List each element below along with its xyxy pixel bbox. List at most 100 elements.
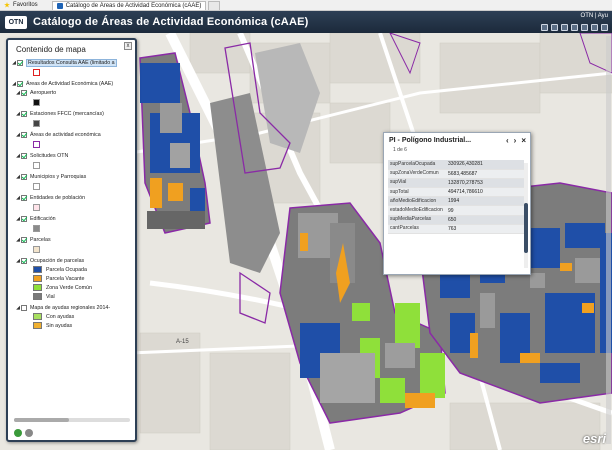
layer-item[interactable]: ◢ Mapa de ayudas regionales 2014- xyxy=(15,303,134,312)
tool-search-icon[interactable] xyxy=(591,24,598,31)
attribute-value: 763 xyxy=(446,224,524,235)
attribute-value: 5683,485687 xyxy=(446,169,524,179)
tool-settings-icon[interactable] xyxy=(601,24,608,31)
header-links[interactable]: OTN | Ayu xyxy=(581,13,608,19)
browser-tab[interactable]: Catálogo de Áreas de Actividad Económica… xyxy=(51,0,207,10)
otn-logo: OTN xyxy=(5,15,27,29)
attribute-row: supParcelaOcupada 330926,430281 xyxy=(388,160,524,170)
panel-title: Contenido de mapa xyxy=(16,45,86,54)
page-scrollbar[interactable] xyxy=(606,36,611,444)
favorites-button[interactable]: Favoritos xyxy=(0,2,42,8)
layer-label: Aeropuerto xyxy=(30,89,57,96)
layer-checkbox[interactable] xyxy=(21,236,27,243)
new-tab-button[interactable] xyxy=(208,0,221,10)
attribute-value: 650 xyxy=(446,215,524,225)
layer-checkbox[interactable] xyxy=(21,152,27,159)
layer-checkbox[interactable] xyxy=(21,89,27,96)
esri-logo: esri xyxy=(582,431,606,446)
legend-swatch xyxy=(33,266,42,273)
attribute-value: 132870,278753 xyxy=(446,178,524,189)
legend-swatch xyxy=(33,322,42,329)
attribute-value: 494714,786610 xyxy=(446,187,524,198)
attribute-key: supVial xyxy=(388,178,446,189)
layer-item[interactable]: ◢ Municipios y Parroquias xyxy=(15,172,134,181)
attribute-key: cantParcelas xyxy=(388,224,446,235)
layer-list: ◢ Resultados Consulta AAE (limitado a ◢ Áre… xyxy=(11,58,134,430)
popup-scrollbar-thumb[interactable] xyxy=(524,203,528,253)
map-contents-panel: Contenido de mapa x ◢ Resultados Consulta… xyxy=(6,38,137,442)
feature-popup: PI - Polígono Industrial... ‹ › × 1 de 6… xyxy=(383,132,531,275)
layer-item[interactable]: ◢ Resultados Consulta AAE (limitado a xyxy=(11,58,134,67)
layer-label: Mapa de ayudas regionales 2014- xyxy=(30,304,111,311)
layer-checkbox[interactable] xyxy=(17,59,23,66)
layer-checkbox[interactable] xyxy=(21,304,27,311)
map-toolbar xyxy=(541,24,608,31)
layer-checkbox[interactable] xyxy=(21,194,27,201)
popup-feature-count: 1 de 6 xyxy=(393,147,407,153)
layer-item[interactable]: ◢ Áreas de Actividad Económica (AAE) xyxy=(11,79,134,88)
layer-item[interactable]: ◢ Edificación xyxy=(15,214,134,223)
layer-item[interactable]: ◢ Áreas de actividad económica xyxy=(15,130,134,139)
legend-item: Zona Verde Común xyxy=(33,283,134,292)
attribute-row: añoMedioEdificacion 1994 xyxy=(388,196,524,207)
layer-item[interactable]: ◢ Solicitudes OTN xyxy=(15,151,134,160)
legend-swatch xyxy=(33,162,40,169)
layer-label: Solicitudes OTN xyxy=(30,152,69,159)
legend-swatch xyxy=(33,141,40,148)
layer-checkbox[interactable] xyxy=(21,257,27,264)
layer-checkbox[interactable] xyxy=(21,173,27,180)
layer-label: Estaciones FFCC (mercancías) xyxy=(30,110,104,117)
attribute-table: supParcelaOcupada 330926,430281 supZonaVer… xyxy=(388,160,524,235)
legend-label: Vial xyxy=(46,293,55,300)
legend-swatch xyxy=(33,225,40,232)
popup-scrollbar[interactable] xyxy=(524,163,528,268)
layer-label: Ocupación de parcelas xyxy=(30,257,85,264)
popup-next-button[interactable]: › xyxy=(514,136,517,145)
layer-checkbox[interactable] xyxy=(21,110,27,117)
attribute-row: supTotal 494714,786610 xyxy=(388,187,524,198)
refresh-icon[interactable] xyxy=(14,429,22,437)
tool-layers-icon[interactable] xyxy=(551,24,558,31)
attribute-row: supMediaParcelas 650 xyxy=(388,215,524,225)
layer-item[interactable]: ◢ Entidades de población xyxy=(15,193,134,202)
layer-label: Edificación xyxy=(30,215,56,222)
panel-horizontal-scrollbar[interactable] xyxy=(14,418,130,422)
legend-swatch xyxy=(33,99,40,106)
tool-binoculars-icon[interactable] xyxy=(541,24,548,31)
legend-swatch xyxy=(33,284,42,291)
app-title: Catálogo de Áreas de Actividad Económica… xyxy=(33,16,309,28)
panel-close-button[interactable]: x xyxy=(124,42,132,50)
attribute-key: estadoMedioEdificacion xyxy=(388,205,446,216)
legend-item: Con ayudas xyxy=(33,312,134,321)
layer-checkbox[interactable] xyxy=(17,80,23,87)
popup-nav: ‹ › × xyxy=(506,136,526,145)
settings-icon[interactable] xyxy=(25,429,33,437)
layer-item[interactable]: ◢ Ocupación de parcelas xyxy=(15,256,134,265)
tool-measure-icon[interactable] xyxy=(581,24,588,31)
attribute-value: 330926,430281 xyxy=(446,160,524,170)
legend-item: Parcela Ocupada xyxy=(33,265,134,274)
legend-swatch xyxy=(33,120,40,127)
attribute-row: supZonaVerdeComun 5683,485687 xyxy=(388,169,524,179)
legend-item: Vial xyxy=(33,292,134,301)
popup-close-button[interactable]: × xyxy=(521,136,526,145)
layer-item[interactable]: ◢ Estaciones FFCC (mercancías) xyxy=(15,109,134,118)
layer-label: Áreas de Actividad Económica (AAE) xyxy=(26,80,114,87)
tool-basemap-icon[interactable] xyxy=(561,24,568,31)
legend-item: Sin ayudas xyxy=(33,321,134,330)
layer-checkbox[interactable] xyxy=(21,131,27,138)
page-favicon-icon xyxy=(56,2,63,9)
layer-label: Áreas de actividad económica xyxy=(30,131,101,138)
attribute-key: supMediaParcelas xyxy=(388,215,446,225)
favorites-star-icon xyxy=(4,2,10,8)
app-header: OTN Catálogo de Áreas de Actividad Econó… xyxy=(0,11,612,33)
layer-checkbox[interactable] xyxy=(21,215,27,222)
legend-label: Parcela Vacante xyxy=(46,275,85,282)
panel-scrollbar-thumb[interactable] xyxy=(14,418,69,422)
road-label: A-15 xyxy=(176,339,189,345)
layer-item[interactable]: ◢ Aeropuerto xyxy=(15,88,134,97)
layer-item[interactable]: ◢ Parcelas xyxy=(15,235,134,244)
popup-prev-button[interactable]: ‹ xyxy=(506,136,509,145)
legend-swatch xyxy=(33,183,40,190)
tool-print-icon[interactable] xyxy=(571,24,578,31)
